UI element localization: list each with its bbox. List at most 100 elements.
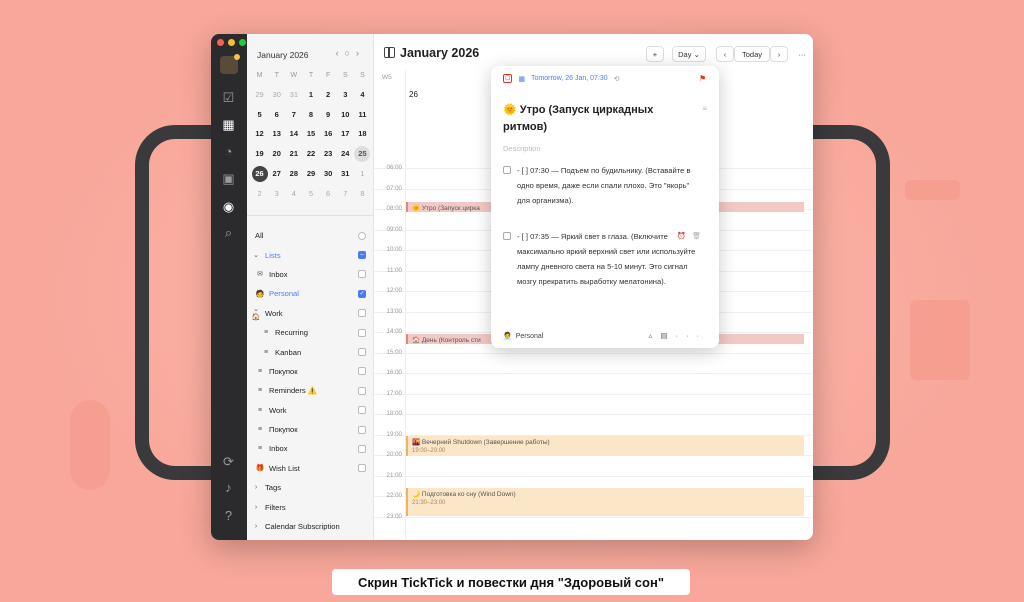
checklist-item[interactable]: - [ ] 07:35 — Яркий свет в глаза. (Включ…: [503, 229, 703, 289]
sync-icon[interactable]: ⟳: [221, 454, 236, 469]
visibility-checkbox[interactable]: ✓: [358, 289, 366, 298]
calendar-day[interactable]: 28: [285, 165, 302, 183]
calendar-day[interactable]: 12: [251, 125, 268, 143]
visibility-checkbox[interactable]: [358, 231, 366, 240]
calendar-day[interactable]: 19: [251, 145, 268, 163]
today-button[interactable]: Today: [734, 46, 770, 62]
sidebar-item-inbox[interactable]: ✉ Inbox: [247, 265, 373, 284]
add-button[interactable]: +: [646, 46, 664, 62]
calendar-day[interactable]: 2: [320, 86, 337, 104]
calendar-day[interactable]: 21: [285, 145, 302, 163]
sidebar-item-wish-list[interactable]: 🎁 Wish List: [247, 459, 373, 478]
checklist-item[interactable]: - [ ] 07:30 — Подъем по будильнику. (Вст…: [503, 163, 703, 208]
task-title[interactable]: 🌞 Утро (Запуск циркадных ритмов): [503, 102, 693, 136]
visibility-checkbox[interactable]: [358, 444, 366, 453]
calendar-icon[interactable]: ▦: [221, 117, 236, 132]
popup-actions[interactable]: ▵▤···: [649, 331, 707, 340]
calendar-day[interactable]: 18: [354, 125, 371, 143]
sidebar-item-work-2[interactable]: ≡ Work: [247, 401, 373, 420]
bell-icon[interactable]: ♪: [221, 480, 236, 495]
calendar-day[interactable]: 30: [268, 86, 285, 104]
sidebar-item-recurring[interactable]: ≡ Recurring: [247, 323, 373, 342]
calendar-day[interactable]: 2: [251, 185, 268, 203]
calendar-day[interactable]: 6: [268, 106, 285, 124]
search-icon[interactable]: ⌕: [221, 225, 236, 240]
visibility-checkbox[interactable]: [358, 464, 366, 473]
calendar-day[interactable]: 31: [337, 165, 354, 183]
calendar-day[interactable]: 15: [302, 125, 319, 143]
calendar-day[interactable]: 24: [337, 145, 354, 163]
calendar-day[interactable]: 5: [302, 185, 319, 203]
calendar-day[interactable]: 3: [337, 86, 354, 104]
description-field[interactable]: Description: [503, 144, 541, 153]
next-button[interactable]: ›: [770, 46, 788, 62]
item-actions[interactable]: ⏰🗑: [677, 232, 707, 240]
checkbox-icon[interactable]: ☑: [221, 90, 236, 105]
visibility-checkbox[interactable]: [358, 406, 366, 415]
visibility-checkbox[interactable]: [358, 309, 366, 318]
view-select[interactable]: Day ⌄: [672, 46, 706, 62]
calendar-day[interactable]: 4: [354, 86, 371, 104]
visibility-checkbox[interactable]: [358, 328, 366, 337]
calendar-day[interactable]: 1: [302, 86, 319, 104]
minimize-button[interactable]: [228, 39, 235, 46]
calendar-day[interactable]: 8: [354, 185, 371, 203]
sidebar-toggle-icon[interactable]: [384, 47, 395, 58]
sidebar-item-reminders[interactable]: ≡ Reminders ⚠️: [247, 381, 373, 400]
calendar-day[interactable]: 22: [302, 145, 319, 163]
calendar-day[interactable]: 7: [337, 185, 354, 203]
calendar-day[interactable]: 6: [320, 185, 337, 203]
more-button[interactable]: ···: [794, 46, 810, 62]
avatar[interactable]: [220, 54, 240, 74]
calendar-day[interactable]: 9: [320, 106, 337, 124]
sidebar-item-calendar-subscription[interactable]: › Calendar Subscription: [247, 517, 373, 536]
sidebar-item-shopping[interactable]: ≡ Покупок: [247, 362, 373, 381]
calendar-day[interactable]: 17: [337, 125, 354, 143]
checkbox-icon[interactable]: ☐: [503, 74, 513, 83]
calendar-day[interactable]: 20: [268, 145, 285, 163]
calendar-day[interactable]: 7: [285, 106, 302, 124]
visibility-checkbox[interactable]: –: [358, 251, 366, 260]
description-toggle-icon[interactable]: ≡: [702, 104, 707, 113]
checklist-checkbox[interactable]: [503, 232, 511, 240]
sidebar-item-all[interactable]: All: [247, 226, 373, 245]
visibility-checkbox[interactable]: [358, 367, 366, 376]
calendar-day[interactable]: 13: [268, 125, 285, 143]
habit-icon[interactable]: ▣: [221, 171, 236, 186]
visibility-checkbox[interactable]: [358, 348, 366, 357]
flag-icon[interactable]: ⚑: [699, 74, 707, 83]
sidebar-item-filters[interactable]: › Filters: [247, 497, 373, 516]
zoom-button[interactable]: [239, 39, 246, 46]
sidebar-item-personal[interactable]: 🧑 Personal ✓: [247, 284, 373, 303]
focus-icon[interactable]: ◉: [221, 199, 236, 214]
event-wind-down[interactable]: 🌙 Подготовка ко сну (Wind Down) 21:30–23…: [406, 488, 804, 516]
sidebar-item-work[interactable]: ⌄🏠 Work: [247, 304, 373, 323]
sidebar-item-shopping-2[interactable]: ≡ Покупок: [247, 420, 373, 439]
calendar-day[interactable]: 3: [268, 185, 285, 203]
visibility-checkbox[interactable]: [358, 270, 366, 279]
calendar-day[interactable]: 1: [354, 165, 371, 183]
event-evening[interactable]: 🌇 Вечерний Shutdown (Завершение работы) …: [406, 436, 804, 456]
calendar-day[interactable]: 14: [285, 125, 302, 143]
calendar-day[interactable]: 10: [337, 106, 354, 124]
sidebar-item-tags[interactable]: › Tags: [247, 478, 373, 497]
sidebar-item-kanban[interactable]: ≡ Kanban: [247, 342, 373, 361]
help-icon[interactable]: ?: [221, 508, 236, 523]
calendar-day[interactable]: 31: [285, 86, 302, 104]
calendar-day[interactable]: 16: [320, 125, 337, 143]
due-date[interactable]: ☐ ▦ Tomorrow, 26 Jan, 07:30 ⟲: [503, 74, 620, 83]
clock-icon[interactable]: ◔: [221, 144, 236, 159]
sidebar-item-lists[interactable]: ⌄ Lists –: [247, 245, 373, 264]
calendar-day[interactable]: 27: [268, 165, 285, 183]
sidebar-item-inbox-2[interactable]: ≡ Inbox: [247, 439, 373, 458]
calendar-day[interactable]: 8: [302, 106, 319, 124]
prev-button[interactable]: ‹: [716, 46, 734, 62]
calendar-day[interactable]: 23: [320, 145, 337, 163]
mini-calendar-nav[interactable]: ‹○›: [336, 48, 365, 58]
calendar-day[interactable]: 29: [251, 86, 268, 104]
checklist-checkbox[interactable]: [503, 166, 511, 174]
calendar-day[interactable]: 29: [302, 165, 319, 183]
visibility-checkbox[interactable]: [358, 425, 366, 434]
visibility-checkbox[interactable]: [358, 386, 366, 395]
close-button[interactable]: [217, 39, 224, 46]
